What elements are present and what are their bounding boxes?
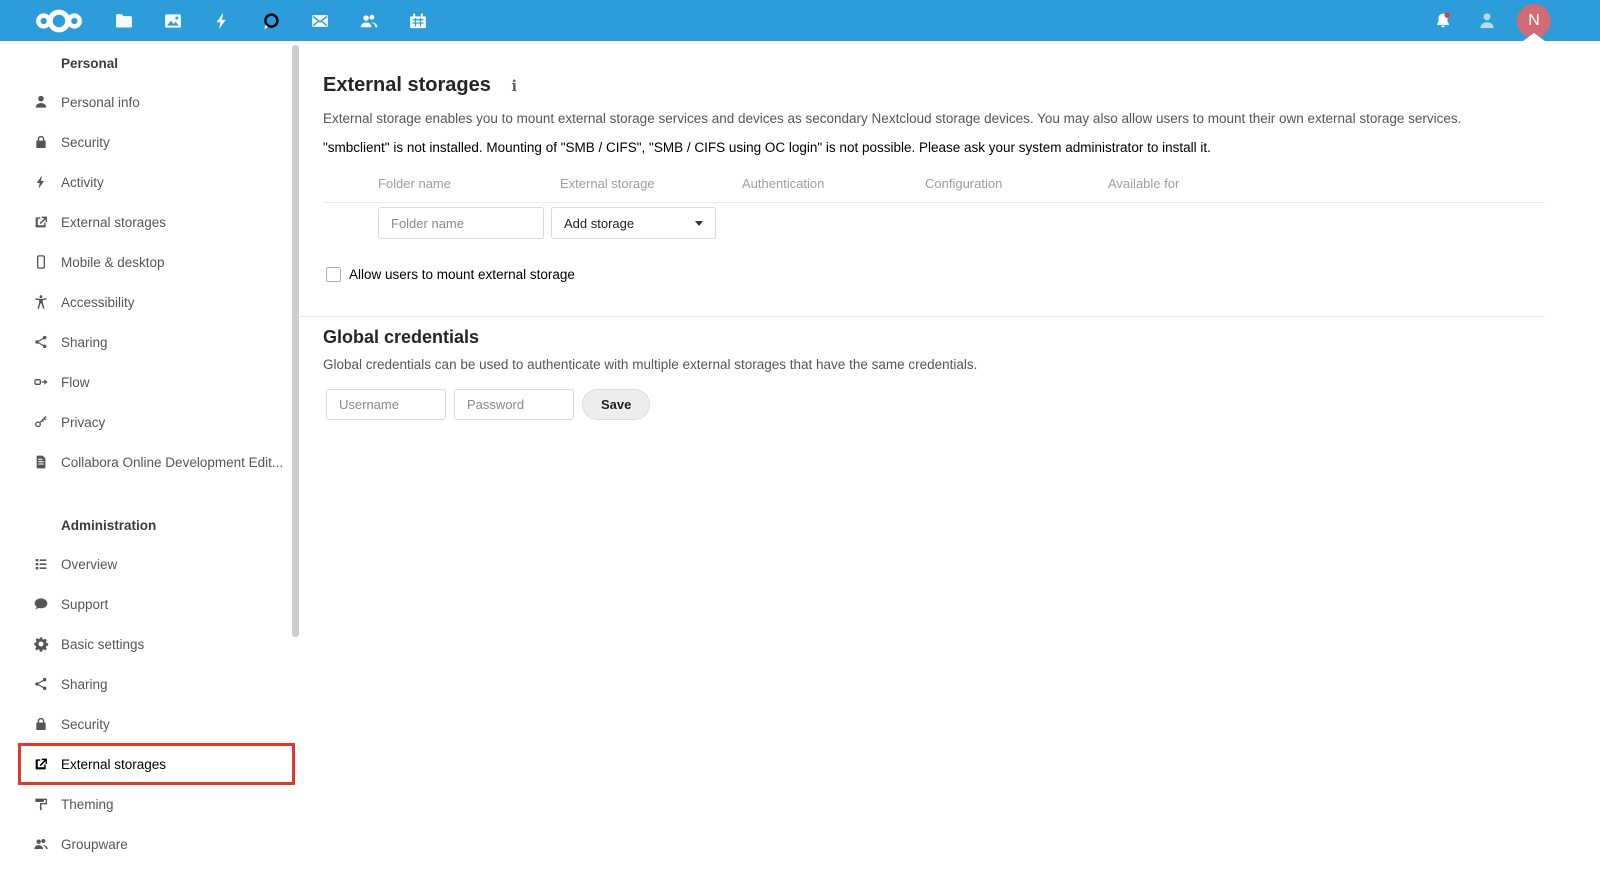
settings-sidebar: Personal Personal info Security Activity…: [0, 41, 300, 880]
mail-app-button[interactable]: [295, 0, 344, 41]
folder-name-input[interactable]: [378, 207, 544, 239]
people-icon: [33, 836, 49, 852]
global-credentials-description: Global credentials can be used to authen…: [323, 357, 978, 372]
sidebar-scrollbar[interactable]: [292, 45, 299, 637]
sidebar-item-groupware[interactable]: Groupware: [0, 824, 300, 864]
table-header-row: Folder name External storage Authenticat…: [323, 176, 1545, 203]
activity-app-button[interactable]: [197, 0, 246, 41]
sidebar-item-external-storages-personal[interactable]: External storages: [0, 202, 300, 242]
smbclient-warning: "smbclient" is not installed. Mounting o…: [323, 140, 1211, 155]
page-title: External storages: [323, 74, 491, 96]
talk-icon: [261, 11, 281, 31]
calendar-icon: [408, 11, 428, 31]
lightning-icon: [33, 174, 49, 190]
column-header-external-storage: External storage: [560, 176, 742, 203]
sidebar-item-theming[interactable]: Theming: [0, 784, 300, 824]
bell-icon: [1433, 12, 1450, 31]
contacts-icon: [359, 11, 379, 31]
person-icon: [1477, 11, 1497, 31]
photos-icon: [163, 11, 183, 31]
save-button[interactable]: Save: [582, 389, 651, 420]
personal-section-heading: Personal: [61, 56, 119, 71]
sidebar-item-overview[interactable]: Overview: [0, 544, 300, 584]
administration-section-heading: Administration: [61, 518, 157, 533]
new-storage-row: Add storage: [323, 203, 1545, 248]
info-icon[interactable]: i: [511, 77, 517, 95]
accessibility-icon: [33, 294, 49, 310]
global-credentials-title: Global credentials: [323, 327, 480, 347]
folder-icon: [114, 11, 134, 31]
sidebar-item-personal-info[interactable]: Personal info: [0, 82, 300, 122]
allow-users-row: Allow users to mount external storage: [326, 267, 1545, 282]
calendar-app-button[interactable]: [393, 0, 442, 41]
lightning-icon: [212, 11, 232, 31]
lock-icon: [33, 716, 49, 732]
allow-users-checkbox[interactable]: [326, 267, 341, 282]
files-app-button[interactable]: [99, 0, 148, 41]
sidebar-item-security-admin[interactable]: Security: [0, 704, 300, 744]
sidebar-item-security-personal[interactable]: Security: [0, 122, 300, 162]
global-credentials-section: Global credentials Global credentials ca…: [300, 316, 1545, 420]
document-icon: [33, 454, 49, 470]
sidebar-item-mobile-desktop[interactable]: Mobile & desktop: [0, 242, 300, 282]
column-header-configuration: Configuration: [925, 176, 1108, 203]
mail-icon: [310, 11, 330, 31]
contacts-menu-button[interactable]: [1465, 0, 1509, 41]
sidebar-item-external-storages-admin[interactable]: External storages: [18, 743, 295, 785]
settings-menu-pointer: [1523, 33, 1545, 41]
chat-bubble-icon: [33, 596, 49, 612]
column-header-available-for: Available for: [1108, 176, 1545, 203]
main-content: External storages i External storage ena…: [300, 0, 1600, 420]
external-storages-table: Folder name External storage Authenticat…: [323, 176, 1545, 247]
user-icon: [33, 94, 49, 110]
password-field[interactable]: [454, 389, 574, 420]
sidebar-item-support[interactable]: Support: [0, 584, 300, 624]
external-storage-description: External storage enables you to mount ex…: [323, 111, 1462, 126]
top-bar: N: [0, 0, 1600, 41]
global-credentials-form: Save: [326, 389, 1545, 420]
share-icon: [33, 676, 49, 692]
sidebar-item-flow[interactable]: Flow: [0, 362, 300, 402]
notifications-button[interactable]: [1421, 0, 1465, 41]
external-link-icon: [33, 214, 49, 230]
external-link-icon: [33, 756, 49, 772]
username-field[interactable]: [326, 389, 446, 420]
sidebar-item-sharing-admin[interactable]: Sharing: [0, 664, 300, 704]
lock-icon: [33, 134, 49, 150]
add-storage-select[interactable]: Add storage: [551, 207, 716, 239]
sidebar-item-activity[interactable]: Activity: [0, 162, 300, 202]
sidebar-item-privacy[interactable]: Privacy: [0, 402, 300, 442]
allow-users-label: Allow users to mount external storage: [349, 267, 575, 282]
add-storage-select-value: Add storage: [564, 215, 635, 231]
sidebar-item-collabora[interactable]: Collabora Online Development Edit...: [0, 442, 300, 482]
column-header-folder-name: Folder name: [378, 176, 560, 203]
sidebar-item-sharing-personal[interactable]: Sharing: [0, 322, 300, 362]
gear-icon: [33, 636, 49, 652]
talk-app-button[interactable]: [246, 0, 295, 41]
app-menu: [99, 0, 442, 41]
phone-icon: [33, 254, 49, 270]
sidebar-item-accessibility[interactable]: Accessibility: [0, 282, 300, 322]
contacts-app-button[interactable]: [344, 0, 393, 41]
paint-roller-icon: [33, 796, 49, 812]
list-icon: [33, 556, 49, 572]
sidebar-item-basic-settings[interactable]: Basic settings: [0, 624, 300, 664]
key-icon: [33, 414, 49, 430]
photos-app-button[interactable]: [148, 0, 197, 41]
column-header-authentication: Authentication: [742, 176, 925, 203]
flow-icon: [33, 374, 49, 390]
chevron-down-icon: [695, 220, 703, 226]
avatar-initial: N: [1528, 11, 1540, 29]
nextcloud-logo[interactable]: [36, 6, 82, 36]
share-icon: [33, 334, 49, 350]
